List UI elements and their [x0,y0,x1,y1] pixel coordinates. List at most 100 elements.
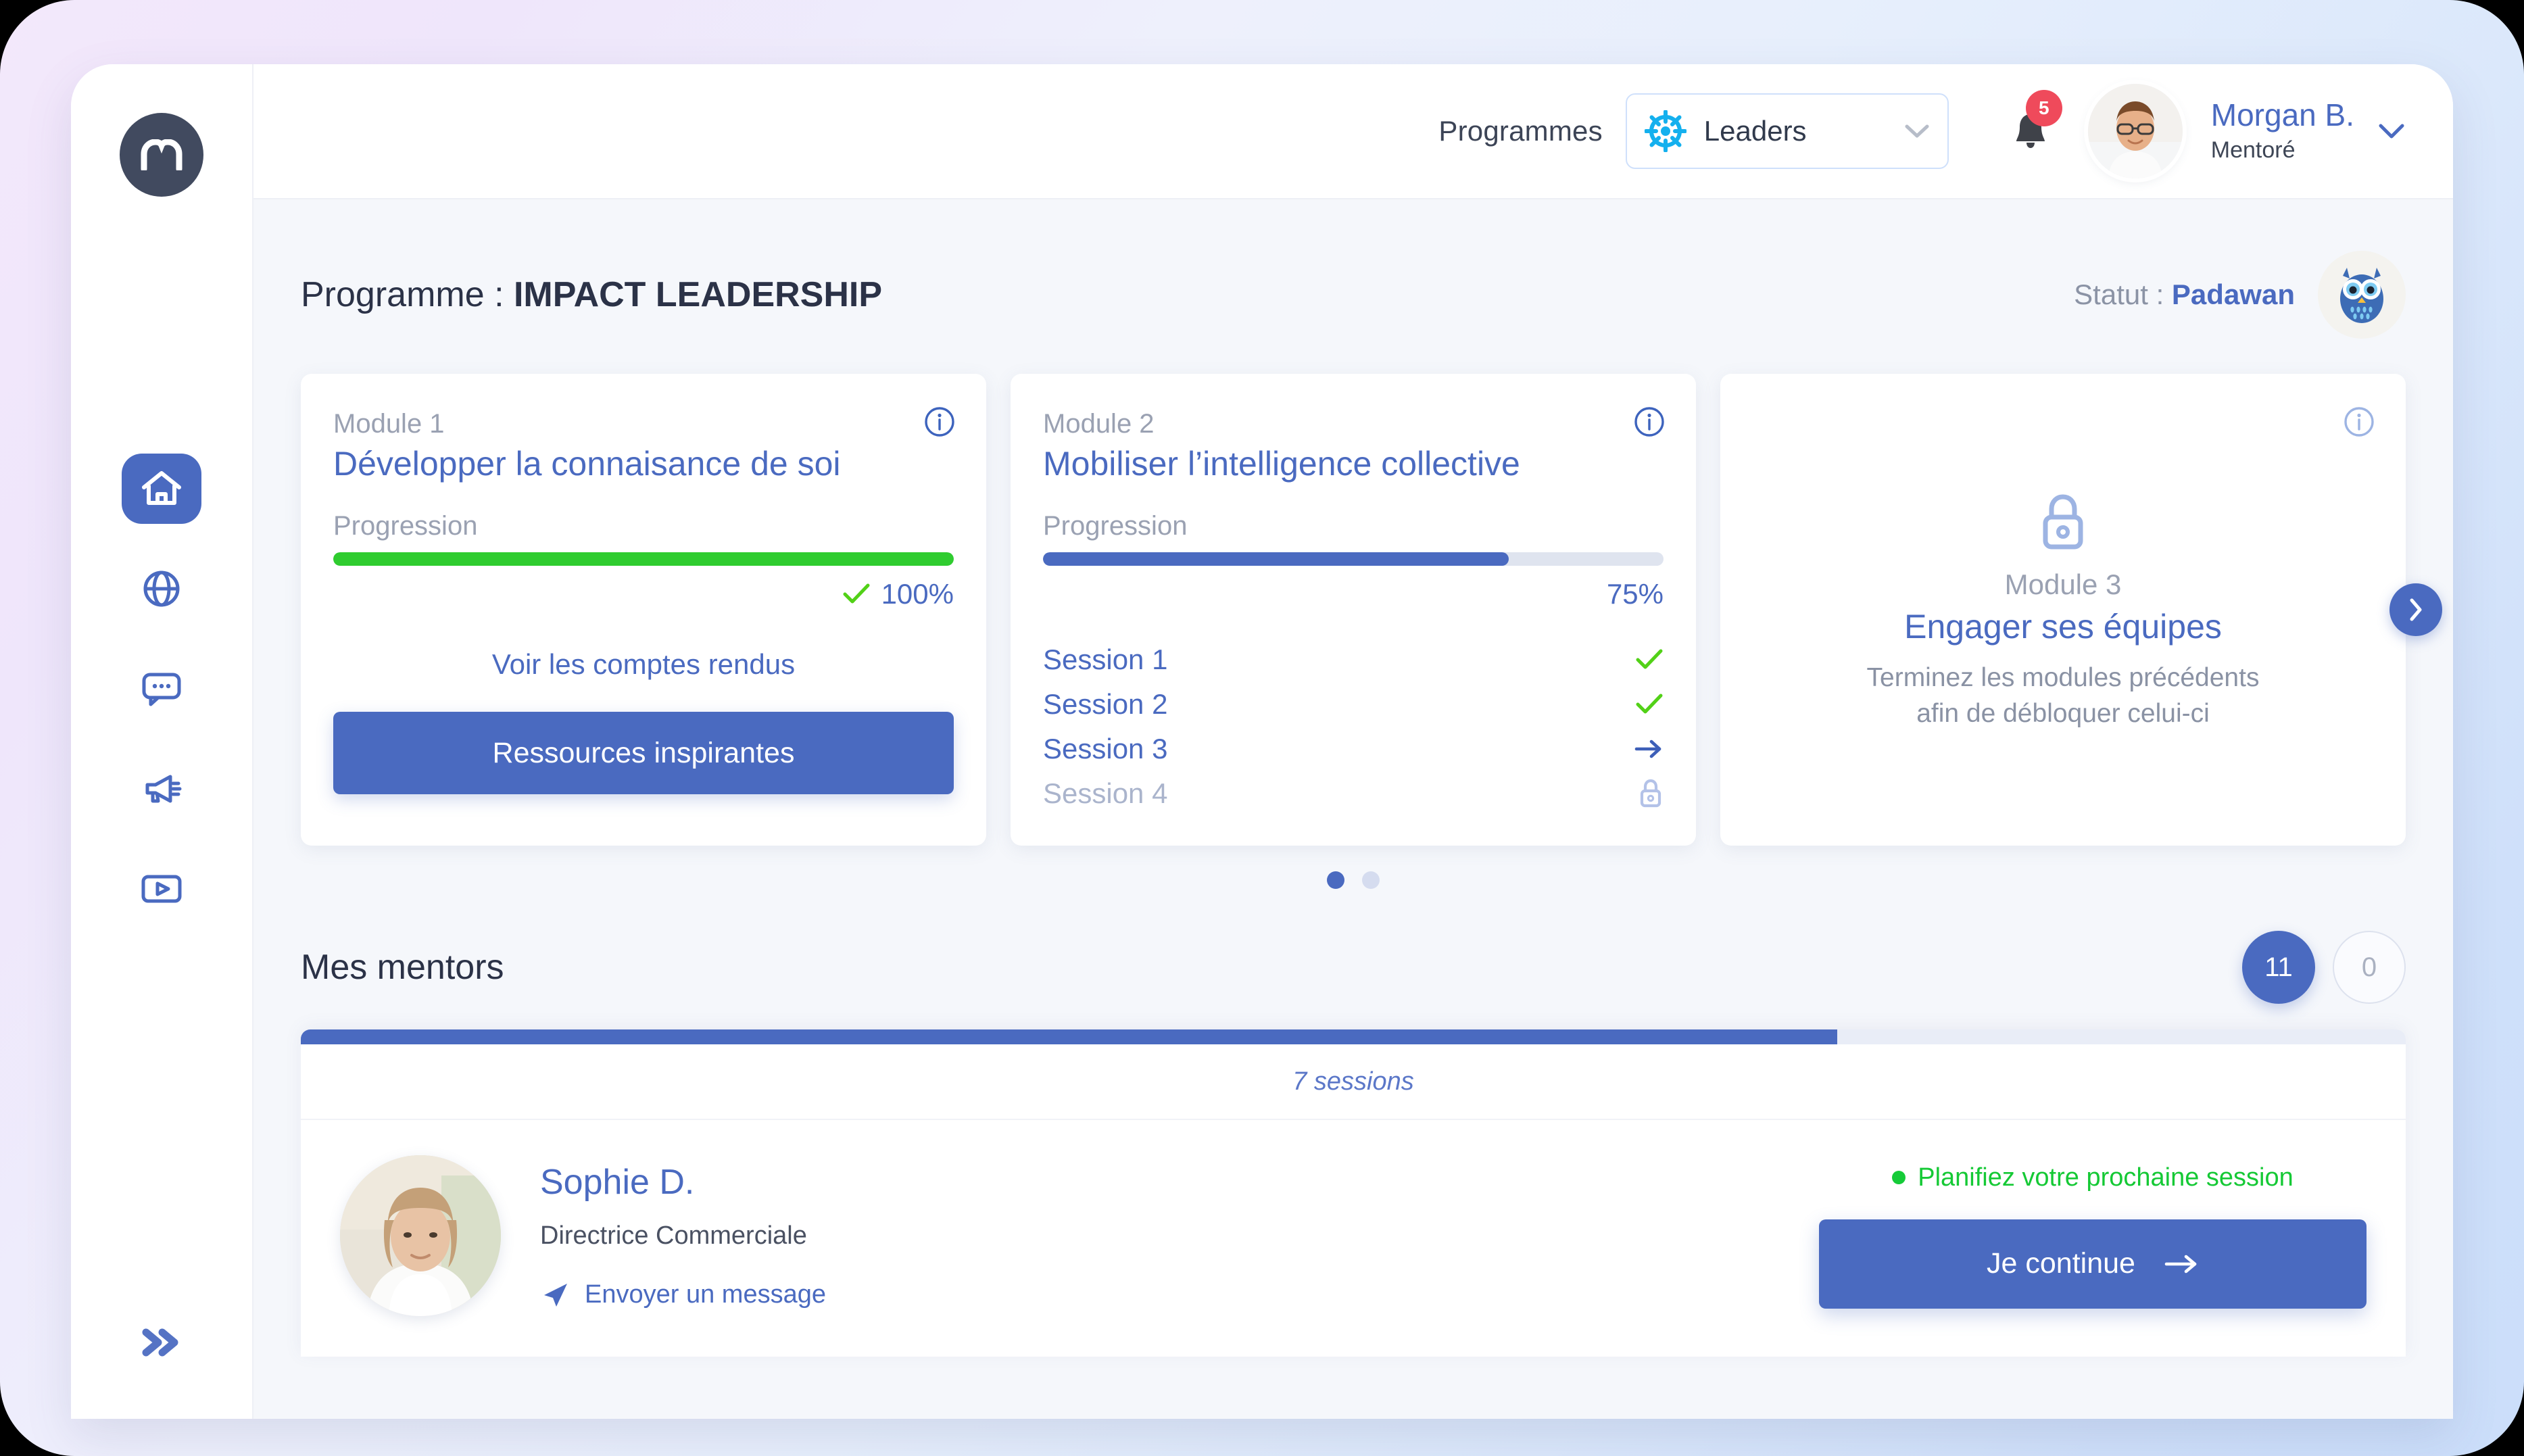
arrow-right-icon [1634,737,1664,760]
program-select[interactable]: Leaders [1625,93,1949,169]
continue-label: Je continue [1987,1247,2135,1280]
mentors-section-title: Mes mentors [301,948,504,987]
main-column: Programmes Leaders 5 Morgan B. Mentoré P… [253,64,2453,1419]
progression-caption: Progression [1043,511,1188,541]
ship-wheel-icon [1644,110,1686,152]
arrow-right-icon [2164,1253,2199,1276]
resources-button[interactable]: Ressources inspirantes [333,712,954,794]
mentor-info: Sophie D. Directrice Commerciale Envoyer… [540,1162,1780,1310]
sidebar-nav [122,454,201,924]
mentor-logo-icon[interactable] [120,113,203,197]
paper-plane-icon [540,1280,570,1310]
module-label: Module 2 [1043,409,1155,439]
sessions-list: Session 1 Session 2 Session 3 Session 4 [1043,637,1664,816]
notifications-button[interactable]: 5 [2011,90,2062,152]
mentor-body: Sophie D. Directrice Commerciale Envoyer… [301,1120,2406,1357]
check-icon [1635,648,1664,671]
chat-bubble-icon [141,671,182,707]
status-prefix: Statut : [2074,278,2172,310]
top-header: Programmes Leaders 5 Morgan B. Mentoré [253,64,2453,199]
chevron-right-icon [2407,597,2425,623]
sidebar-item-videos[interactable] [122,854,201,924]
module-card-2[interactable]: Module 2 Mobiliser l’intelligence collec… [1011,374,1696,846]
sidebar-item-announcements[interactable] [122,754,201,824]
sidebar-item-home[interactable] [122,454,201,524]
info-icon[interactable] [1634,406,1665,437]
content-area: Programme : IMPACT LEADERSHIP Statut : P… [253,199,2453,1419]
page-title-row: Programme : IMPACT LEADERSHIP Statut : P… [294,199,2412,339]
home-icon [141,469,183,508]
counter-active[interactable]: 11 [2242,931,2315,1004]
sessions-count: 7 sessions [1292,1067,1414,1096]
session-label: Session 1 [1043,644,1168,675]
progress-bar-fill [333,552,954,566]
progress-bar-fill [1043,552,1509,566]
send-message-label: Envoyer un message [585,1280,826,1309]
carousel-next-button[interactable] [2389,583,2442,636]
user-name: Morgan B. [2210,97,2354,132]
continue-button[interactable]: Je continue [1819,1219,2367,1309]
session-row-3[interactable]: Session 3 [1043,727,1664,771]
next-session-status: Planifiez votre prochaine session [1892,1163,2294,1192]
video-play-icon [141,873,183,904]
chevron-down-icon [1904,123,1930,139]
avatar[interactable] [2087,84,2183,178]
view-reports-link[interactable]: Voir les comptes rendus [333,648,954,681]
session-row-1[interactable]: Session 1 [1043,637,1664,682]
info-icon[interactable] [924,406,955,437]
check-icon [1635,693,1664,716]
user-role: Mentoré [2210,137,2296,164]
sidebar [71,64,253,1419]
status-text: Planifiez votre prochaine session [1918,1163,2294,1192]
progress-value-row: 75% [1043,578,1664,610]
app-window: Programmes Leaders 5 Morgan B. Mentoré P… [71,64,2453,1419]
carousel-dot-1[interactable] [1327,871,1344,889]
outer-frame: Programmes Leaders 5 Morgan B. Mentoré P… [0,0,2524,1456]
session-label: Session 4 [1043,777,1168,809]
mentor-progress-fill [301,1029,1838,1044]
chevron-down-icon[interactable] [2377,122,2406,140]
mentor-meta: 7 sessions [301,1044,2406,1120]
counter-inactive[interactable]: 0 [2333,931,2406,1004]
progress-percent: 100% [881,578,954,610]
progress-bar [1043,552,1664,566]
info-icon[interactable] [2344,406,2375,437]
owl-badge-icon [2318,251,2406,339]
mentor-card: 7 sessions Sophie D. Directrice Commerci… [301,1029,2406,1357]
locked-message-line-1: Terminez les modules précédents [1866,663,2260,693]
mentor-name[interactable]: Sophie D. [540,1162,1780,1203]
check-icon [842,583,871,606]
module-title: Engager ses équipes [1904,608,2222,646]
megaphone-icon [141,773,183,805]
user-menu[interactable]: Morgan B. Mentoré [2210,97,2354,164]
carousel-dots [294,871,2412,889]
status-value: Padawan [2171,278,2295,310]
locked-message: Terminez les modules précédents afin de … [1867,660,2260,731]
globe-icon [142,569,181,608]
module-card-3[interactable]: Module 3 Engager ses équipes Terminez le… [1720,374,2406,846]
sidebar-expand-button[interactable] [131,1319,192,1366]
progression-caption: Progression [333,511,478,541]
programmes-label: Programmes [1438,115,1603,147]
mentor-role: Directrice Commerciale [540,1221,807,1250]
sidebar-item-globe[interactable] [122,554,201,624]
session-label: Session 2 [1043,688,1168,720]
modules-carousel: Module 1 Développer la connaisance de so… [294,374,2442,846]
progress-value-row: 100% [333,578,954,610]
sidebar-item-messages[interactable] [122,654,201,724]
status-row: Statut : Padawan [2074,251,2406,339]
module-card-1[interactable]: Module 1 Développer la connaisance de so… [301,374,986,846]
session-row-2[interactable]: Session 2 [1043,682,1664,727]
mentor-progress-bar [301,1029,2406,1044]
module-label: Module 3 [2004,568,2122,601]
progress-bar [333,552,954,566]
mentor-actions: Planifiez votre prochaine session Je con… [1819,1163,2367,1309]
status-badge: Statut : Padawan [2074,278,2295,311]
module-title: Mobiliser l’intelligence collective [1043,445,1520,483]
chevron-double-right-icon [139,1327,184,1358]
page-title: Programme : IMPACT LEADERSHIP [301,274,882,315]
carousel-dot-2[interactable] [1362,871,1380,889]
lock-icon [2037,493,2089,552]
send-message-link[interactable]: Envoyer un message [540,1280,1780,1310]
page-title-name: IMPACT LEADERSHIP [513,275,883,314]
